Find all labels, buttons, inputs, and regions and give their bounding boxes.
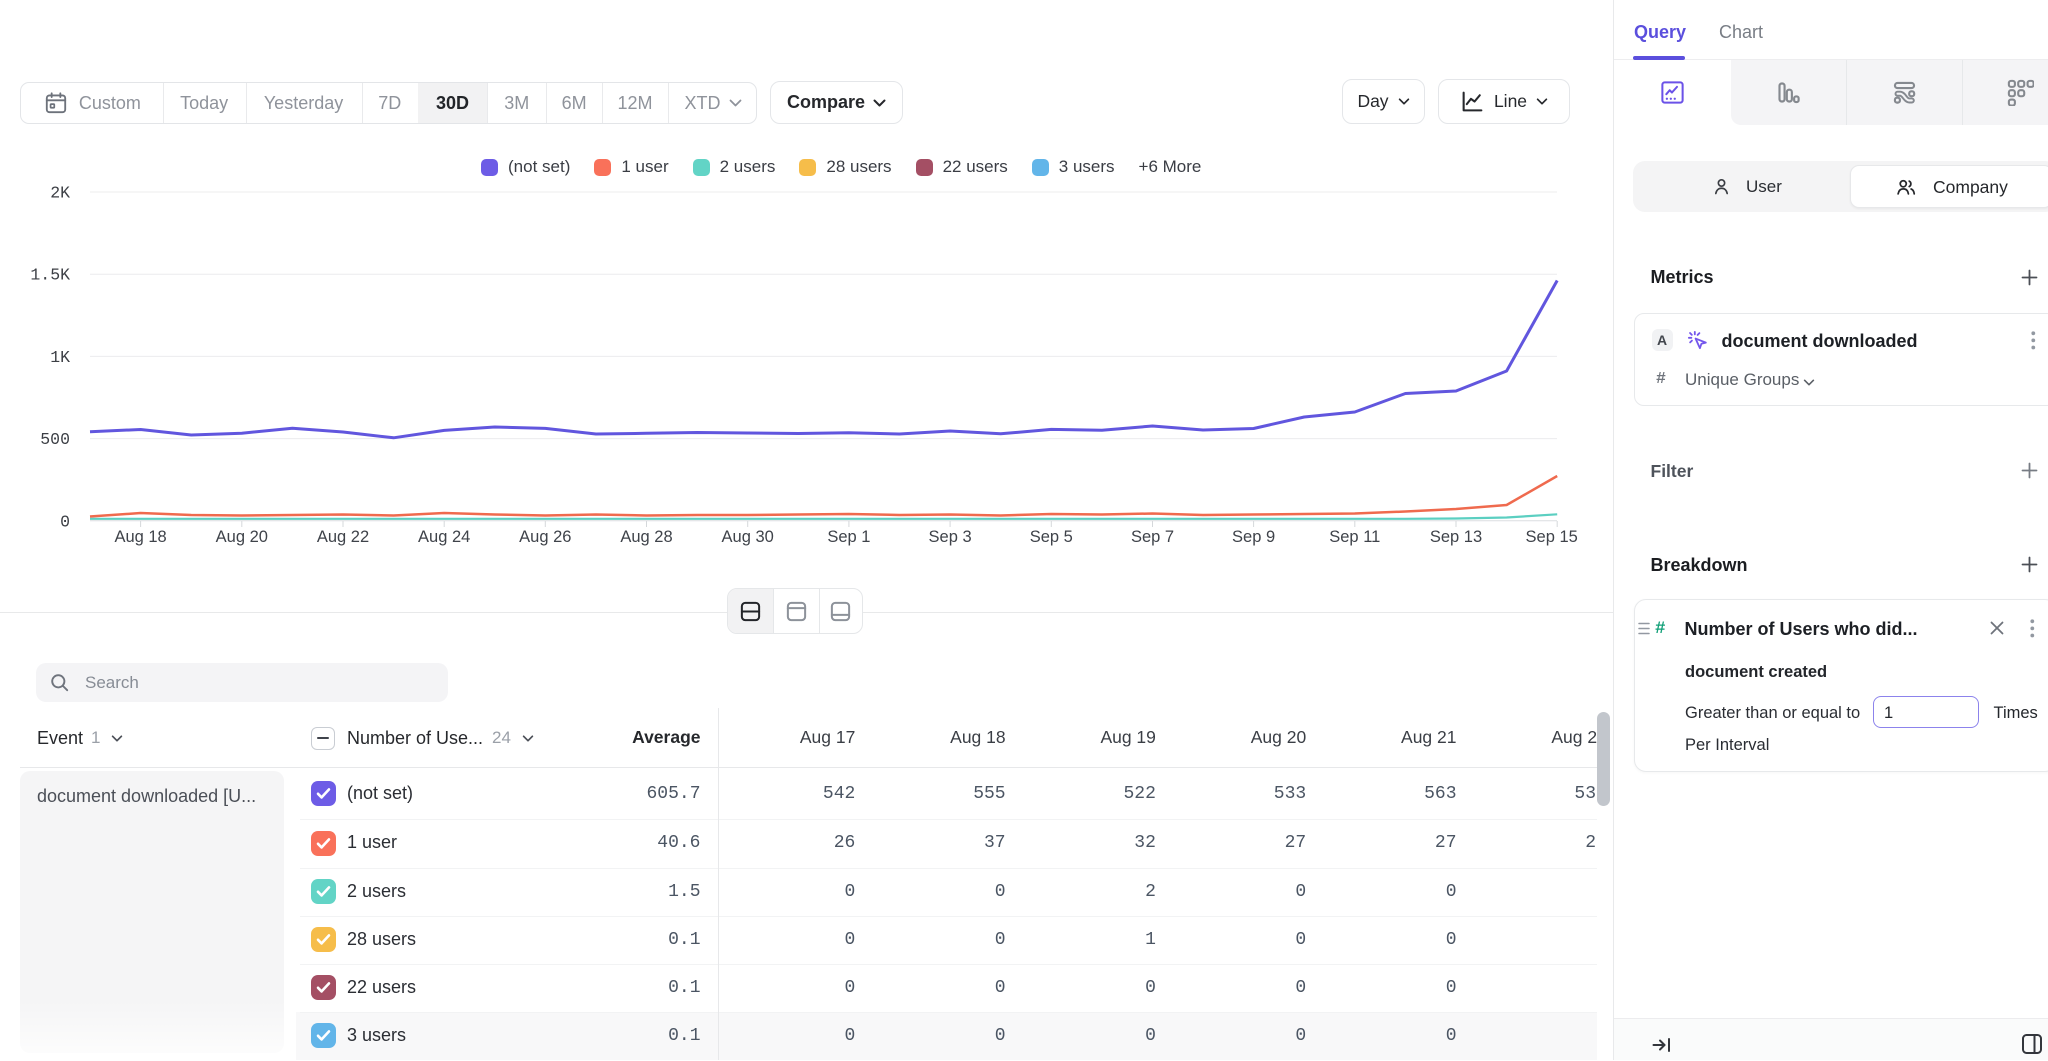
svg-text:2K: 2K — [50, 184, 70, 203]
svg-text:Sep 9: Sep 9 — [1232, 528, 1275, 546]
svg-text:Aug 20: Aug 20 — [216, 528, 268, 546]
svg-text:1K: 1K — [50, 348, 70, 367]
svg-text:Sep 15: Sep 15 — [1526, 528, 1578, 546]
svg-text:Aug 22: Aug 22 — [317, 528, 369, 546]
svg-text:0: 0 — [60, 512, 70, 531]
svg-text:Aug 24: Aug 24 — [418, 528, 470, 546]
svg-text:Aug 18: Aug 18 — [114, 528, 166, 546]
svg-text:1.5K: 1.5K — [30, 266, 70, 285]
svg-text:Aug 30: Aug 30 — [722, 528, 774, 546]
svg-text:Sep 11: Sep 11 — [1329, 528, 1380, 546]
svg-text:Sep 7: Sep 7 — [1131, 528, 1174, 546]
svg-text:500: 500 — [40, 430, 70, 449]
svg-text:Sep 1: Sep 1 — [827, 528, 870, 546]
svg-text:Sep 5: Sep 5 — [1030, 528, 1073, 546]
svg-text:Sep 13: Sep 13 — [1430, 528, 1482, 546]
svg-text:Sep 3: Sep 3 — [929, 528, 972, 546]
svg-text:Aug 26: Aug 26 — [519, 528, 571, 546]
svg-text:Aug 28: Aug 28 — [620, 528, 672, 546]
